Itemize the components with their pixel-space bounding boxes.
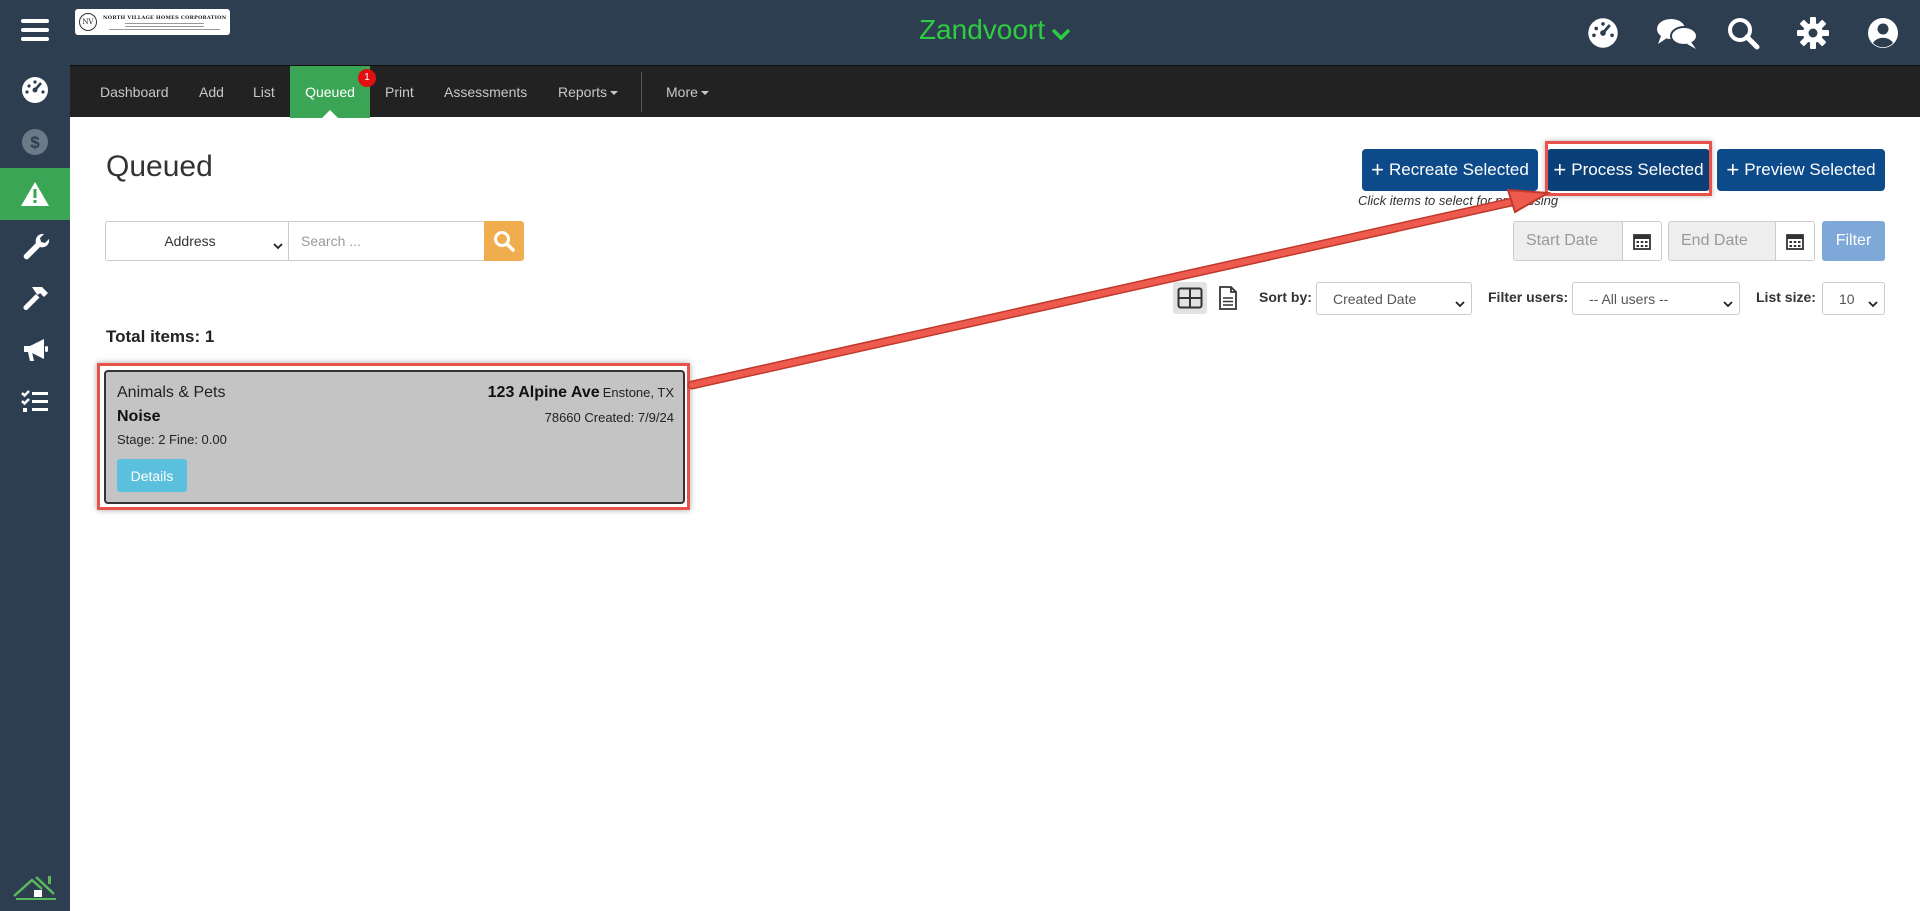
dashboard-icon [22,77,48,103]
nav-list[interactable]: List [238,66,290,118]
item-city: Enstone, TX [602,385,674,400]
wrench-icon [23,233,50,260]
end-date-input[interactable]: End Date [1668,221,1776,261]
search-input[interactable] [288,221,485,261]
sort-by-select[interactable]: Created Date [1316,282,1472,315]
search-button[interactable] [484,221,524,261]
plus-icon: + [1726,157,1740,182]
nav-assessments[interactable]: Assessments [429,66,542,118]
dollar-icon: $ [22,129,48,155]
list-item[interactable]: Animals & Pets Noise Stage: 2 Fine: 0.00… [104,370,685,504]
user-icon [1868,18,1898,48]
user-profile-button[interactable] [1865,16,1901,50]
plus-icon: + [1371,157,1384,182]
list-view-button[interactable] [1211,282,1245,314]
start-date-calendar-button[interactable] [1622,221,1662,261]
nav-divider [641,72,642,112]
nav-queued[interactable]: Queued 1 [290,66,376,118]
messages-button[interactable] [1655,16,1699,50]
nav-print[interactable]: Print [370,66,429,118]
list-size-select[interactable]: 10 [1822,282,1885,315]
gear-icon [1797,17,1829,49]
sidebar-item-projects[interactable] [0,272,70,324]
filter-users-value: -- All users -- [1589,290,1669,307]
sort-by-value: Created Date [1333,290,1417,307]
sidebar-item-finance[interactable]: $ [0,116,70,168]
start-date-input[interactable]: Start Date [1513,221,1623,261]
calendar-icon [1633,234,1651,250]
item-category: Animals & Pets [117,384,226,401]
search-field-value: Address [164,233,216,249]
nav-dashboard[interactable]: Dashboard [85,66,184,118]
calendar-icon [1786,234,1804,250]
sidebar-item-violations[interactable] [0,168,70,220]
sort-by-label: Sort by: [1259,289,1312,305]
item-zip-created: 78660 Created: 7/9/24 [544,410,674,425]
nav-queued-label: Queued [305,84,355,100]
home-logo-icon [12,872,60,907]
sidebar: $ [0,0,70,911]
sidebar-item-maintenance[interactable] [0,220,70,272]
recreate-selected-button[interactable]: + Recreate Selected [1362,149,1538,191]
preview-selected-label: Preview Selected [1744,160,1876,179]
filter-users-label: Filter users: [1488,289,1569,305]
sidebar-item-tasks[interactable] [0,376,70,428]
caret-down-icon [610,91,619,96]
list-size-value: 10 [1839,290,1855,307]
details-button[interactable]: Details [117,459,187,492]
chevron-down-icon [273,237,283,253]
menu-toggle-button[interactable] [0,4,70,56]
nav-more-label: More [666,84,698,100]
nav-add[interactable]: Add [184,66,239,118]
community-switcher[interactable]: Zandvoort [70,14,1920,48]
chevron-down-icon [1723,295,1733,311]
end-date-calendar-button[interactable] [1775,221,1815,261]
sidebar-item-announcements[interactable] [0,324,70,376]
grid-view-button[interactable] [1173,282,1207,314]
caret-down-icon [700,91,709,96]
warning-icon [21,182,49,206]
total-items: Total items: 1 [106,327,215,346]
svg-text:$: $ [30,133,40,152]
annotation-highlight-process [1545,141,1712,196]
dashboard-icon [1588,18,1618,48]
recreate-selected-label: Recreate Selected [1388,160,1529,179]
list-size-label: List size: [1756,289,1816,305]
selection-hint: Click items to select for processing [1358,193,1559,208]
menu-icon [21,19,49,41]
megaphone-icon [24,339,48,361]
settings-button[interactable] [1795,16,1831,50]
checklist-icon [21,390,48,412]
active-tab-pointer [322,110,338,118]
top-dashboard-button[interactable] [1585,16,1621,50]
grid-view-icon [1177,287,1203,309]
main-nav: Dashboard Add List Queued 1 Print Assess… [70,65,1920,118]
document-icon [1219,286,1237,310]
nav-reports-label: Reports [558,84,608,100]
chat-icon [1657,19,1698,49]
page-title: Queued [106,150,213,183]
item-stage-fine: Stage: 2 Fine: 0.00 [117,432,227,447]
item-street: 123 Alpine Ave [487,384,600,401]
hammer-icon [23,287,48,310]
nav-reports[interactable]: Reports [543,66,633,118]
community-name: Zandvoort [918,14,1046,45]
search-field-select[interactable]: Address [105,221,289,261]
sidebar-item-dashboard[interactable] [0,64,70,116]
nav-more[interactable]: More [651,66,724,118]
chevron-down-icon [1051,16,1071,48]
search-icon [494,231,515,252]
item-address: 123 Alpine Ave Enstone, TX [488,384,674,402]
filter-users-select[interactable]: -- All users -- [1572,282,1740,315]
top-header: NV NORTH VILLAGE HOMES CORPORATION Zandv… [70,0,1920,65]
search-icon [1728,18,1760,50]
chevron-down-icon [1455,295,1465,311]
filter-button[interactable]: Filter [1822,221,1885,261]
preview-selected-button[interactable]: + Preview Selected [1717,149,1885,191]
chevron-down-icon [1868,295,1878,311]
item-type: Noise [117,408,161,425]
top-search-button[interactable] [1725,16,1761,50]
